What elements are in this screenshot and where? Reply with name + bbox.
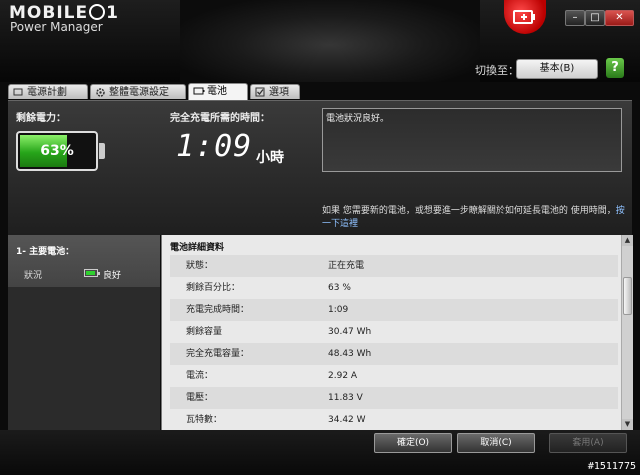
close-button[interactable]: ✕ [605,10,634,26]
tab-label: 電源計劃 [27,87,67,98]
checkbox-icon [255,87,265,97]
details-row: 剩餘容量 30.47 Wh [170,321,618,343]
battery-percent: 63% [40,143,74,159]
cancel-button[interactable]: 取消(C) [457,433,535,453]
battery-charging-icon [504,0,546,34]
battery-status-box: 電池狀況良好。 [322,108,622,172]
tab-label: 電池 [207,86,227,97]
details-row-key: 充電完成時間： [186,305,250,315]
battery-tip-text: 如果 您需要新的電池，或想要進一步瞭解關於如何延長電池的 使用時間， [322,206,616,216]
details-row: 剩餘百分比： 63 % [170,277,618,299]
details-row: 瓦特數： 34.42 W [170,409,618,430]
battery-list-item-primary[interactable]: 1- 主要電池： 狀況 良好 [8,235,160,287]
battery-good-icon [84,269,100,277]
bottom-bar: 確定(O) 取消(C) 套用(A) [0,430,640,475]
battery-icon [193,87,205,95]
remaining-power-label: 剩餘電力： [16,113,66,124]
tab-options[interactable]: 選項 [250,84,300,99]
details-row-value: 正在充電 [328,261,365,271]
details-row-value: 2.92 A [328,371,358,381]
app-title: Power Manager [10,20,103,34]
details-row-value: 63 % [328,283,351,293]
battery-gauge-cap [99,143,105,159]
details-scrollbar[interactable]: ▲ ▼ [621,235,633,430]
details-row-key: 瓦特數： [186,415,223,425]
header-banner-image [180,0,480,82]
battery-item-status-label: 狀況 [24,271,43,281]
ok-button[interactable]: 確定(O) [374,433,452,453]
details-row-key: 完全充電容量： [186,349,250,359]
tab-power-plan[interactable]: 電源計劃 [8,84,88,99]
details-row: 充電完成時間： 1:09 [170,299,618,321]
details-row-key: 電壓： [186,393,214,403]
battery-item-name: 1- 主要電池： [16,247,75,257]
battery-tip: 如果 您需要新的電池，或想要進一步瞭解關於如何延長電池的 使用時間，按一下這裡 [322,205,627,231]
help-glyph: ? [611,60,619,75]
tab-battery[interactable]: 電池 [188,83,248,100]
maximize-icon: □ [590,12,600,23]
scroll-down-icon[interactable]: ▼ [622,419,633,430]
power-plan-icon [13,88,23,96]
details-row-key: 狀態： [186,261,214,271]
details-row: 完全充電容量： 48.43 Wh [170,343,618,365]
full-charge-time-value: 1:09 [176,129,253,164]
battery-details-panel[interactable]: 電池詳細資料 狀態： 正在充電剩餘百分比： 63 % 充電完成時間： 1:09 剩餘容量 3… [161,235,633,430]
full-charge-time-unit: 小時 [256,150,284,166]
tab-label: 選項 [269,87,289,98]
profile-select[interactable]: 基本(B) [516,59,598,79]
scroll-thumb[interactable] [623,277,632,315]
close-icon: ✕ [615,12,624,23]
details-row: 電壓： 11.83 V [170,387,618,409]
details-row-value: 30.47 Wh [328,327,372,337]
apply-button[interactable]: 套用(A) [549,433,627,453]
full-charge-time-label: 完全充電所需的時間： [170,113,270,124]
maximize-button[interactable]: □ [585,10,605,26]
battery-status-text: 電池狀況良好。 [326,114,390,124]
battery-item-status-value: 良好 [103,271,122,281]
tab-global-settings[interactable]: 整體電源設定 [90,84,186,99]
details-row-value: 34.42 W [328,415,366,425]
gear-icon [96,88,105,97]
details-row: 狀態： 正在充電 [170,255,618,277]
header-bar: MOBILE 1 Power Manager – □ ✕ 切換至： 基本(B) ? [0,0,640,82]
details-row: 電流： 2.92 A [170,365,618,387]
battery-details-title: 電池詳細資料 [170,243,225,253]
switch-to-label: 切換至： [475,64,519,77]
details-row-key: 電流： [186,371,214,381]
minimize-icon: – [572,12,578,23]
details-row-key: 剩餘容量 [186,327,223,337]
scroll-up-icon[interactable]: ▲ [622,235,633,246]
battery-overview-panel: 剩餘電力： 63% 完全充電所需的時間： 1:09 小時 電池狀況良好。 如果 … [8,100,632,235]
details-row-value: 11.83 V [328,393,363,403]
battery-list: 1- 主要電池： 狀況 良好 [8,235,160,430]
battery-gauge: 63% [16,131,105,171]
details-row-value: 48.43 Wh [328,349,372,359]
minimize-button[interactable]: – [565,10,585,26]
details-row-value: 1:09 [328,305,349,315]
details-row-key: 剩餘百分比： [186,283,241,293]
watermark-id: #1511775 [587,461,636,472]
help-icon[interactable]: ? [606,58,624,78]
tab-label: 整體電源設定 [109,87,169,98]
